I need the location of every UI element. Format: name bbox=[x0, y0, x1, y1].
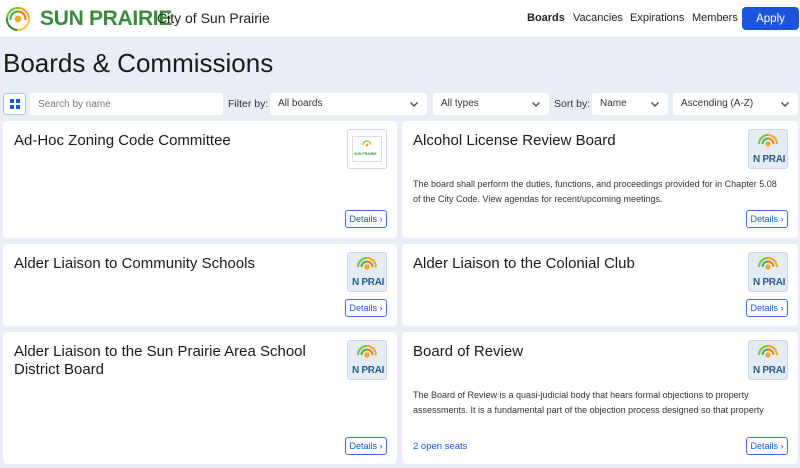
sun-logo-icon bbox=[758, 134, 778, 147]
logo-text: N PRAI bbox=[352, 277, 385, 288]
types-select[interactable]: All types bbox=[433, 93, 549, 115]
sun-logo-icon bbox=[357, 345, 377, 358]
board-card[interactable]: Alder Liaison to Community Schools N PRA… bbox=[3, 244, 397, 326]
sun-logo-icon bbox=[758, 257, 778, 270]
sort-select-value: Name bbox=[600, 98, 627, 109]
card-title[interactable]: Alder Liaison to the Colonial Club bbox=[413, 255, 635, 273]
board-card[interactable]: Ad-Hoc Zoning Code Committee SUN PRAIRIE… bbox=[3, 121, 397, 238]
city-name: City of Sun Prairie bbox=[157, 10, 270, 26]
grid-icon bbox=[9, 99, 20, 109]
sun-logo-icon bbox=[758, 345, 778, 358]
top-header: SUN PRAIRIE City of Sun Prairie Boards V… bbox=[0, 0, 800, 38]
chevron-down-icon bbox=[781, 102, 789, 107]
chevron-down-icon bbox=[651, 102, 659, 107]
details-button[interactable]: Details › bbox=[746, 299, 788, 317]
brand-name[interactable]: SUN PRAIRIE bbox=[40, 7, 172, 31]
sort-label: Sort by: bbox=[554, 98, 591, 110]
board-image: N PRAI bbox=[347, 252, 387, 292]
board-card[interactable]: Alcohol License Review Board N PRAI The … bbox=[402, 121, 798, 238]
board-image: N PRAI bbox=[748, 252, 788, 292]
details-button[interactable]: Details › bbox=[746, 437, 788, 455]
chevron-down-icon bbox=[532, 102, 540, 107]
logo-text: N PRAI bbox=[753, 154, 786, 165]
order-select[interactable]: Ascending (A-Z) bbox=[673, 93, 798, 115]
order-select-value: Ascending (A-Z) bbox=[681, 98, 754, 109]
logo-text: N PRAI bbox=[753, 277, 786, 288]
details-button[interactable]: Details › bbox=[345, 210, 387, 228]
card-title[interactable]: Ad-Hoc Zoning Code Committee bbox=[14, 132, 231, 150]
board-image: SUN PRAIRIE bbox=[347, 129, 387, 169]
nav-expirations[interactable]: Expirations bbox=[630, 12, 684, 24]
card-title[interactable]: Board of Review bbox=[413, 343, 523, 361]
sun-logo-icon bbox=[357, 257, 377, 270]
board-card[interactable]: Alder Liaison to the Sun Prairie Area Sc… bbox=[3, 332, 397, 464]
search-input[interactable] bbox=[30, 93, 223, 115]
logo-text: N PRAI bbox=[352, 365, 385, 376]
details-button[interactable]: Details › bbox=[345, 299, 387, 317]
types-select-value: All types bbox=[441, 98, 479, 109]
apply-button[interactable]: Apply bbox=[742, 7, 799, 30]
filter-label: Filter by: bbox=[228, 98, 269, 110]
sun-logo-icon[interactable] bbox=[3, 4, 33, 34]
boards-select-value: All boards bbox=[278, 98, 323, 109]
page-title: Boards & Commissions bbox=[3, 48, 274, 78]
details-button[interactable]: Details › bbox=[746, 210, 788, 228]
board-image: N PRAI bbox=[748, 340, 788, 380]
card-description: The board shall perform the duties, func… bbox=[413, 179, 777, 204]
chevron-down-icon bbox=[410, 102, 418, 107]
sort-select[interactable]: Name bbox=[592, 93, 668, 115]
logo-text: SUN PRAIRIE bbox=[354, 152, 377, 156]
board-card[interactable]: Board of Review N PRAI The Board of Revi… bbox=[402, 332, 798, 464]
sun-logo-icon bbox=[362, 140, 372, 147]
board-card[interactable]: Alder Liaison to the Colonial Club N PRA… bbox=[402, 244, 798, 326]
details-button[interactable]: Details › bbox=[345, 437, 387, 455]
board-image: N PRAI bbox=[347, 340, 387, 380]
logo-text: N PRAI bbox=[753, 365, 786, 376]
card-title[interactable]: Alder Liaison to the Sun Prairie Area Sc… bbox=[14, 343, 334, 379]
open-seats-link[interactable]: 2 open seats bbox=[413, 441, 467, 452]
board-image: N PRAI bbox=[748, 129, 788, 169]
nav-boards[interactable]: Boards bbox=[527, 12, 565, 24]
grid-view-button[interactable] bbox=[3, 93, 26, 115]
card-description: The Board of Review is a quasi-judicial … bbox=[413, 390, 764, 415]
nav-members[interactable]: Members bbox=[692, 12, 738, 24]
card-title[interactable]: Alcohol License Review Board bbox=[413, 132, 616, 150]
nav-vacancies[interactable]: Vacancies bbox=[573, 12, 623, 24]
card-title[interactable]: Alder Liaison to Community Schools bbox=[14, 255, 255, 273]
boards-select[interactable]: All boards bbox=[270, 93, 427, 115]
